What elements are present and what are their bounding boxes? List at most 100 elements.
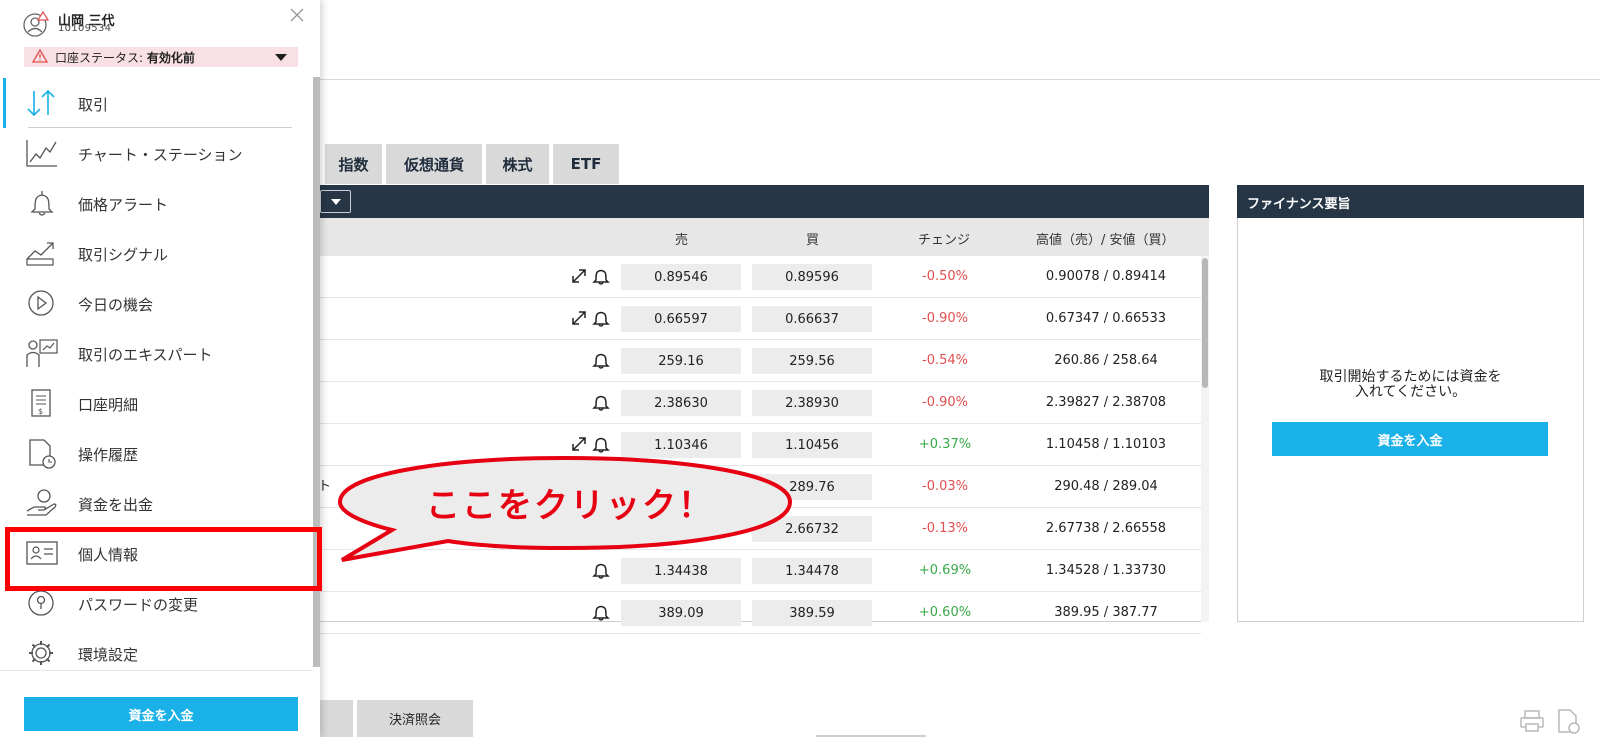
signal-icon xyxy=(26,242,54,266)
finance-panel xyxy=(1237,185,1584,622)
col-high-low: 高値（売）/ 安値（買） xyxy=(1036,233,1175,248)
document-clock-icon[interactable] xyxy=(1555,707,1581,735)
sidebar-item-label: 口座明細 xyxy=(78,396,139,414)
high-low-value: 2.67738 / 2.66558 xyxy=(1045,521,1167,536)
account-status-selector[interactable]: 口座ステータス: 有効化前 xyxy=(24,47,298,67)
bell-icon[interactable] xyxy=(592,351,610,369)
bottom-tab-settlement[interactable]: 決済照会 xyxy=(357,700,473,737)
svg-text:$: $ xyxy=(38,407,43,416)
high-low-value: 260.86 / 258.64 xyxy=(1054,353,1158,368)
change-value: -0.13% xyxy=(922,521,968,536)
sidebar-item-6[interactable]: 取引のエキスパート xyxy=(0,328,313,378)
stage: 指数 仮想通貨 株式 ETF 売 買 チェンジ 高値（売）/ 安値（買） 0.8… xyxy=(0,0,1600,737)
high-low-value: 290.48 / 289.04 xyxy=(1054,479,1158,494)
user-avatar-icon[interactable] xyxy=(22,10,50,38)
row-actions xyxy=(548,266,610,286)
category-dropdown[interactable] xyxy=(320,190,351,213)
buy-price-button[interactable]: 2.38930 xyxy=(752,390,872,416)
sidebar-item-label: 取引のエキスパート xyxy=(78,346,213,364)
col-sell: 売 xyxy=(675,233,689,248)
play-circle-icon xyxy=(28,290,54,316)
table-row[interactable]: 0.66597 0.66637 -0.90% 0.67347 / 0.66533 xyxy=(318,298,1201,340)
lock-icon xyxy=(28,590,54,616)
buy-price-button[interactable]: 0.66637 xyxy=(752,306,872,332)
high-low-value: 0.90078 / 0.89414 xyxy=(1045,269,1167,284)
tab-stocks[interactable]: 株式 xyxy=(486,144,549,184)
change-value: +0.60% xyxy=(918,605,972,620)
sidebar-item-7[interactable]: $ 口座明細 xyxy=(0,378,313,428)
high-low-value: 2.39827 / 2.38708 xyxy=(1045,395,1167,410)
trade-arrows-icon xyxy=(27,89,55,117)
table-header-bar xyxy=(318,185,1209,218)
print-icon[interactable] xyxy=(1519,709,1545,733)
sell-price-button[interactable]: 2.38630 xyxy=(621,390,741,416)
table-row[interactable]: 259.16 259.56 -0.54% 260.86 / 258.64 xyxy=(318,340,1201,382)
tab-crypto[interactable]: 仮想通貨 xyxy=(386,144,482,184)
tab-etf[interactable]: ETF xyxy=(553,144,619,184)
sidebar-item-1[interactable]: 取引 xyxy=(0,78,313,128)
high-low-value: 1.10458 / 1.10103 xyxy=(1045,437,1167,452)
sidebar-item-label: 今日の機会 xyxy=(78,296,154,314)
chart-line-icon xyxy=(26,140,57,167)
bell-icon[interactable] xyxy=(592,393,610,411)
buy-price-button[interactable]: 389.59 xyxy=(752,600,872,626)
table-row[interactable]: 2.38630 2.38930 -0.90% 2.39827 / 2.38708 xyxy=(318,382,1201,424)
finance-deposit-button[interactable]: 資金を入金 xyxy=(1272,422,1548,456)
sidebar-item-2[interactable]: チャート・ステーション xyxy=(0,128,313,178)
bell-icon[interactable] xyxy=(592,309,610,327)
close-icon[interactable] xyxy=(289,7,305,23)
sell-price-button[interactable]: 389.09 xyxy=(621,600,741,626)
table-row[interactable]: 389.09 389.59 +0.60% 389.95 / 387.77 xyxy=(318,592,1201,634)
sidebar-item-3[interactable]: 価格アラート xyxy=(0,178,313,228)
sidebar-deposit-button[interactable]: 資金を入金 xyxy=(24,697,298,731)
row-actions xyxy=(548,350,610,370)
finance-message-line2: 入れてください。 xyxy=(1354,384,1467,400)
row-actions xyxy=(548,308,610,328)
sell-price-button[interactable]: 259.16 xyxy=(621,348,741,374)
bell-icon[interactable] xyxy=(592,435,610,453)
user-id: 10109534 xyxy=(58,23,112,34)
highlight-box xyxy=(5,527,322,591)
history-icon xyxy=(29,439,56,469)
status-label: 口座ステータス: xyxy=(55,51,144,65)
sell-price-button[interactable]: 0.66597 xyxy=(621,306,741,332)
change-value: -0.90% xyxy=(922,311,968,326)
sidebar-item-label: パスワードの変更 xyxy=(78,596,199,614)
change-value: -0.54% xyxy=(922,353,968,368)
table-scroll-thumb[interactable] xyxy=(1202,258,1208,388)
statement-icon: $ xyxy=(31,389,51,417)
sidebar-item-5[interactable]: 今日の機会 xyxy=(0,278,313,328)
change-value: -0.90% xyxy=(922,395,968,410)
row-actions xyxy=(548,434,610,454)
bell-icon[interactable] xyxy=(592,267,610,285)
change-value: +0.69% xyxy=(918,563,972,578)
expand-icon[interactable] xyxy=(570,267,588,285)
gear-icon xyxy=(29,641,53,665)
callout-text: ここをクリック！ xyxy=(426,486,714,526)
col-change: チェンジ xyxy=(918,233,971,248)
caret-down-icon xyxy=(275,54,287,61)
expand-icon[interactable] xyxy=(570,435,588,453)
row-actions xyxy=(548,602,610,622)
finance-message-line1: 取引開始するためには資金を xyxy=(1319,369,1502,385)
bell-icon[interactable] xyxy=(592,603,610,621)
sidebar-item-label: チャート・ステーション xyxy=(78,146,243,164)
bell-icon xyxy=(30,191,54,216)
change-value: -0.50% xyxy=(922,269,968,284)
buy-price-button[interactable]: 259.56 xyxy=(752,348,872,374)
sidebar-item-4[interactable]: 取引シグナル xyxy=(0,228,313,278)
high-low-value: 1.34528 / 1.33730 xyxy=(1045,563,1167,578)
sidebar-item-label: 取引 xyxy=(78,96,109,114)
expand-icon[interactable] xyxy=(570,309,588,327)
buy-price-button[interactable]: 0.89596 xyxy=(752,264,872,290)
bell-icon[interactable] xyxy=(592,561,610,579)
bottom-tab-partial[interactable] xyxy=(318,700,353,737)
col-buy: 買 xyxy=(806,233,820,248)
change-value: +0.37% xyxy=(918,437,972,452)
tab-index[interactable]: 指数 xyxy=(325,144,382,184)
sidebar-item-9[interactable]: 資金を出金 xyxy=(0,478,313,528)
table-row[interactable]: 0.89546 0.89596 -0.50% 0.90078 / 0.89414 xyxy=(318,256,1201,298)
high-low-value: 389.95 / 387.77 xyxy=(1054,605,1158,620)
sell-price-button[interactable]: 0.89546 xyxy=(621,264,741,290)
sidebar-item-8[interactable]: 操作履歴 xyxy=(0,428,313,478)
